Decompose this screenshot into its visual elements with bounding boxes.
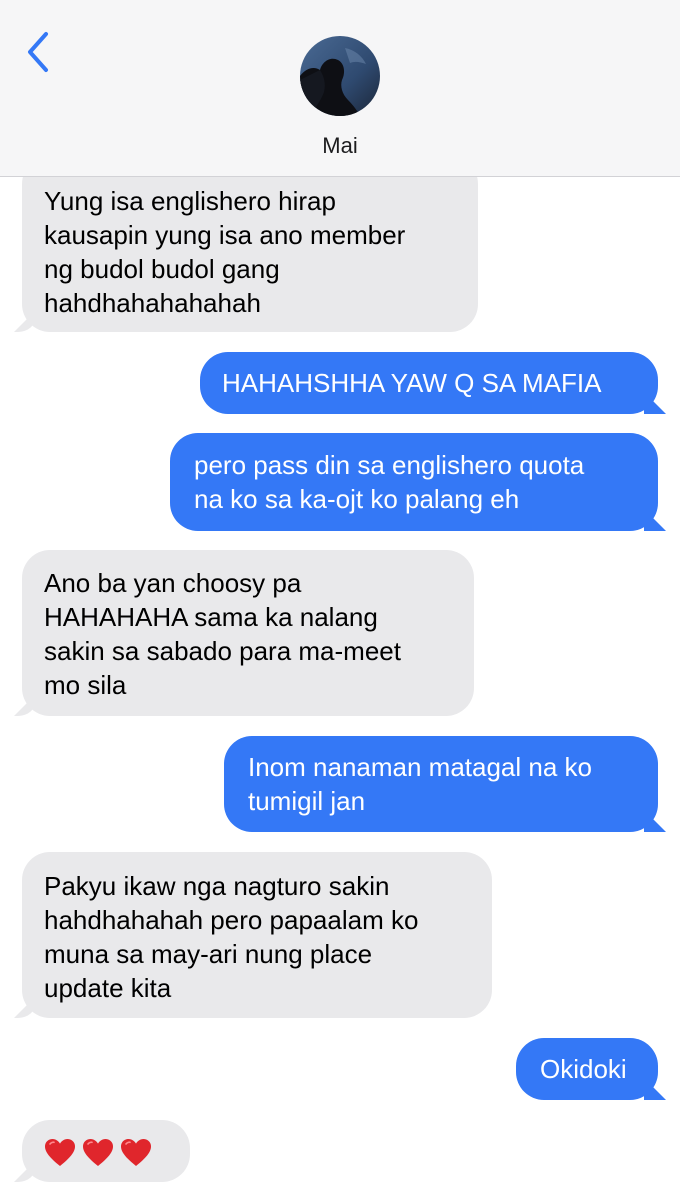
message-line: hahdhahahahahah [44, 288, 261, 318]
incoming-message[interactable] [22, 1120, 190, 1182]
incoming-message[interactable]: Yung isa englishero hirap kausapin yung … [22, 156, 478, 332]
message-line: Inom nanaman matagal na ko [248, 752, 592, 782]
conversation-header: Mai [0, 0, 680, 177]
outgoing-message[interactable]: Inom nanaman matagal na ko tumigil jan [224, 736, 658, 832]
red-heart-icon [82, 1138, 113, 1168]
incoming-message[interactable]: Ano ba yan choosy pa HAHAHAHA sama ka na… [22, 550, 474, 716]
message-line: mo sila [44, 670, 127, 700]
message-line: HAHAHSHHA YAW Q SA MAFIA [222, 368, 602, 398]
message-line: Ano ba yan choosy pa [44, 568, 302, 598]
incoming-message[interactable]: Pakyu ikaw nga nagturo sakin hahdhahahah… [22, 852, 492, 1018]
back-button[interactable] [22, 30, 56, 74]
red-heart-icon [44, 1138, 75, 1168]
message-line: ng budol budol gang [44, 254, 280, 284]
message-line: Yung isa englishero hirap [44, 186, 336, 216]
outgoing-message[interactable]: HAHAHSHHA YAW Q SA MAFIA [200, 352, 658, 414]
outgoing-message[interactable]: pero pass din sa englishero quota na ko … [170, 433, 658, 531]
message-line: hahdhahahah pero papaalam ko [44, 905, 419, 935]
message-line: tumigil jan [248, 786, 366, 816]
message-line: Okidoki [540, 1054, 627, 1084]
message-line: pero pass din sa englishero quota [194, 450, 585, 480]
message-line: sakin sa sabado para ma-meet [44, 636, 401, 666]
red-heart-icon [120, 1138, 151, 1168]
message-line: muna sa may-ari nung place [44, 939, 373, 969]
message-line: na ko sa ka-ojt ko palang eh [194, 484, 520, 514]
message-line: kausapin yung isa ano member [44, 220, 406, 250]
message-line: Pakyu ikaw nga nagturo sakin [44, 871, 390, 901]
avatar[interactable] [300, 36, 380, 116]
message-line: HAHAHAHA sama ka nalang [44, 602, 378, 632]
outgoing-message[interactable]: Okidoki [516, 1038, 658, 1100]
message-thread: Yung isa englishero hirap kausapin yung … [0, 0, 680, 1200]
message-line: update kita [44, 973, 172, 1003]
chevron-left-icon [28, 32, 48, 72]
contact-name: Mai [322, 133, 358, 158]
